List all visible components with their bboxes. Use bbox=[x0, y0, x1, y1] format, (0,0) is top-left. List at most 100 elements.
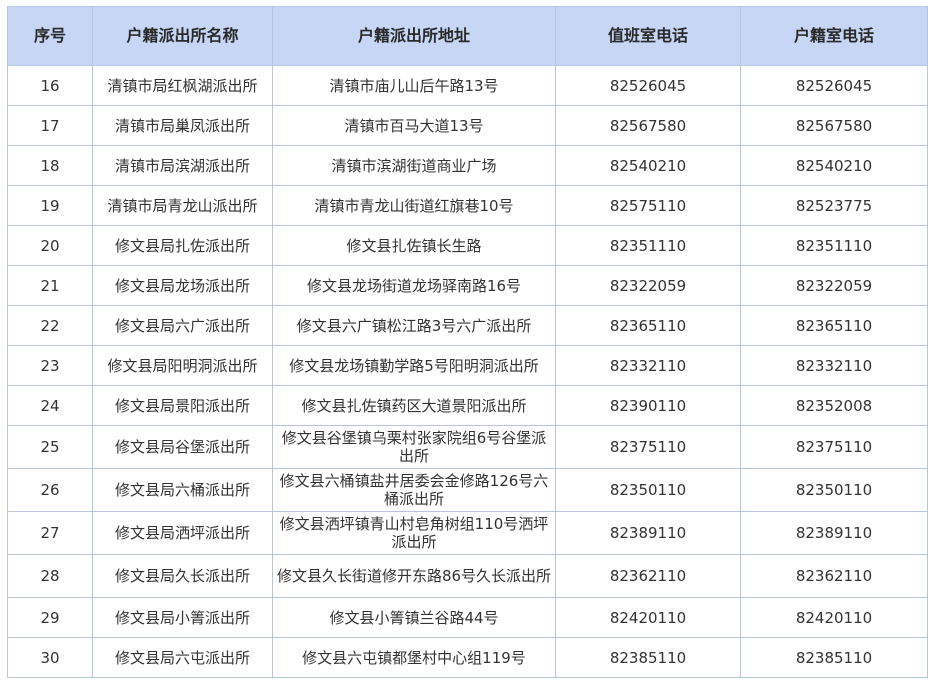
cell-station-name: 清镇市局红枫湖派出所 bbox=[92, 65, 273, 106]
cell-station-address: 修文县六桶镇盐井居委会金修路126号六桶派出所 bbox=[272, 468, 556, 512]
cell-station-name: 修文县局洒坪派出所 bbox=[92, 511, 273, 555]
cell-duty-phone: 82365110 bbox=[555, 305, 741, 346]
cell-duty-phone: 82390110 bbox=[555, 385, 741, 426]
header-registry-phone: 户籍室电话 bbox=[740, 6, 928, 66]
cell-station-address: 清镇市庙儿山后午路13号 bbox=[272, 65, 556, 106]
table-row: 19 清镇市局青龙山派出所 清镇市青龙山街道红旗巷10号 82575110 82… bbox=[7, 185, 928, 226]
cell-station-name: 修文县局景阳派出所 bbox=[92, 385, 273, 426]
table-row: 20 修文县局扎佐派出所 修文县扎佐镇长生路 82351110 82351110 bbox=[7, 225, 928, 266]
cell-index: 18 bbox=[7, 145, 93, 186]
cell-station-address: 修文县谷堡镇乌栗村张家院组6号谷堡派出所 bbox=[272, 425, 556, 469]
cell-index: 24 bbox=[7, 385, 93, 426]
cell-index: 23 bbox=[7, 345, 93, 386]
cell-registry-phone: 82351110 bbox=[740, 225, 928, 266]
header-duty-phone: 值班室电话 bbox=[555, 6, 741, 66]
cell-station-address: 修文县六广镇松江路3号六广派出所 bbox=[272, 305, 556, 346]
table-row: 23 修文县局阳明洞派出所 修文县龙场镇勤学路5号阳明洞派出所 82332110… bbox=[7, 345, 928, 386]
cell-station-address: 修文县久长街道修开东路86号久长派出所 bbox=[272, 554, 556, 598]
cell-duty-phone: 82567580 bbox=[555, 105, 741, 146]
header-station-name: 户籍派出所名称 bbox=[92, 6, 273, 66]
table-row: 27 修文县局洒坪派出所 修文县洒坪镇青山村皂角树组110号洒坪派出所 8238… bbox=[7, 511, 928, 555]
cell-station-name: 修文县局六屯派出所 bbox=[92, 637, 273, 678]
cell-station-name: 修文县局六桶派出所 bbox=[92, 468, 273, 512]
table-body: 16 清镇市局红枫湖派出所 清镇市庙儿山后午路13号 82526045 8252… bbox=[7, 65, 928, 678]
cell-registry-phone: 82389110 bbox=[740, 511, 928, 555]
cell-index: 19 bbox=[7, 185, 93, 226]
cell-registry-phone: 82526045 bbox=[740, 65, 928, 106]
table-row: 21 修文县局龙场派出所 修文县龙场街道龙场驿南路16号 82322059 82… bbox=[7, 265, 928, 306]
cell-index: 21 bbox=[7, 265, 93, 306]
cell-registry-phone: 82567580 bbox=[740, 105, 928, 146]
cell-station-name: 清镇市局滨湖派出所 bbox=[92, 145, 273, 186]
table-row: 17 清镇市局巢凤派出所 清镇市百马大道13号 82567580 8256758… bbox=[7, 105, 928, 146]
cell-station-name: 修文县局久长派出所 bbox=[92, 554, 273, 598]
police-station-table: 序号 户籍派出所名称 户籍派出所地址 值班室电话 户籍室电话 16 清镇市局红枫… bbox=[7, 6, 928, 678]
cell-station-address: 清镇市滨湖街道商业广场 bbox=[272, 145, 556, 186]
cell-registry-phone: 82332110 bbox=[740, 345, 928, 386]
cell-station-name: 修文县局阳明洞派出所 bbox=[92, 345, 273, 386]
cell-station-address: 修文县龙场街道龙场驿南路16号 bbox=[272, 265, 556, 306]
table-row: 26 修文县局六桶派出所 修文县六桶镇盐井居委会金修路126号六桶派出所 823… bbox=[7, 468, 928, 512]
cell-duty-phone: 82420110 bbox=[555, 597, 741, 638]
table-row: 16 清镇市局红枫湖派出所 清镇市庙儿山后午路13号 82526045 8252… bbox=[7, 65, 928, 106]
cell-registry-phone: 82365110 bbox=[740, 305, 928, 346]
cell-station-name: 修文县局扎佐派出所 bbox=[92, 225, 273, 266]
cell-registry-phone: 82352008 bbox=[740, 385, 928, 426]
cell-station-address: 修文县龙场镇勤学路5号阳明洞派出所 bbox=[272, 345, 556, 386]
table-row: 24 修文县局景阳派出所 修文县扎佐镇药区大道景阳派出所 82390110 82… bbox=[7, 385, 928, 426]
cell-index: 28 bbox=[7, 554, 93, 598]
cell-station-name: 清镇市局巢凤派出所 bbox=[92, 105, 273, 146]
cell-station-address: 修文县扎佐镇长生路 bbox=[272, 225, 556, 266]
cell-index: 26 bbox=[7, 468, 93, 512]
cell-station-name: 修文县局谷堡派出所 bbox=[92, 425, 273, 469]
cell-station-address: 清镇市百马大道13号 bbox=[272, 105, 556, 146]
header-row: 序号 户籍派出所名称 户籍派出所地址 值班室电话 户籍室电话 bbox=[7, 6, 928, 66]
table-container: 序号 户籍派出所名称 户籍派出所地址 值班室电话 户籍室电话 16 清镇市局红枫… bbox=[7, 6, 928, 678]
table-header: 序号 户籍派出所名称 户籍派出所地址 值班室电话 户籍室电话 bbox=[7, 6, 928, 66]
header-index: 序号 bbox=[7, 6, 93, 66]
table-row: 18 清镇市局滨湖派出所 清镇市滨湖街道商业广场 82540210 825402… bbox=[7, 145, 928, 186]
cell-duty-phone: 82351110 bbox=[555, 225, 741, 266]
table-row: 30 修文县局六屯派出所 修文县六屯镇都堡村中心组119号 82385110 8… bbox=[7, 637, 928, 678]
cell-station-address: 清镇市青龙山街道红旗巷10号 bbox=[272, 185, 556, 226]
cell-duty-phone: 82362110 bbox=[555, 554, 741, 598]
cell-index: 25 bbox=[7, 425, 93, 469]
cell-registry-phone: 82420110 bbox=[740, 597, 928, 638]
cell-duty-phone: 82375110 bbox=[555, 425, 741, 469]
cell-registry-phone: 82322059 bbox=[740, 265, 928, 306]
cell-duty-phone: 82526045 bbox=[555, 65, 741, 106]
cell-station-address: 修文县扎佐镇药区大道景阳派出所 bbox=[272, 385, 556, 426]
cell-registry-phone: 82523775 bbox=[740, 185, 928, 226]
cell-duty-phone: 82332110 bbox=[555, 345, 741, 386]
cell-station-address: 修文县小箐镇兰谷路44号 bbox=[272, 597, 556, 638]
cell-registry-phone: 82375110 bbox=[740, 425, 928, 469]
cell-station-name: 修文县局龙场派出所 bbox=[92, 265, 273, 306]
cell-duty-phone: 82322059 bbox=[555, 265, 741, 306]
cell-duty-phone: 82385110 bbox=[555, 637, 741, 678]
cell-station-name: 修文县局六广派出所 bbox=[92, 305, 273, 346]
cell-duty-phone: 82540210 bbox=[555, 145, 741, 186]
cell-index: 20 bbox=[7, 225, 93, 266]
cell-index: 27 bbox=[7, 511, 93, 555]
cell-duty-phone: 82350110 bbox=[555, 468, 741, 512]
cell-index: 30 bbox=[7, 637, 93, 678]
table-row: 25 修文县局谷堡派出所 修文县谷堡镇乌栗村张家院组6号谷堡派出所 823751… bbox=[7, 425, 928, 469]
cell-index: 17 bbox=[7, 105, 93, 146]
table-row: 29 修文县局小箐派出所 修文县小箐镇兰谷路44号 82420110 82420… bbox=[7, 597, 928, 638]
cell-station-address: 修文县六屯镇都堡村中心组119号 bbox=[272, 637, 556, 678]
cell-station-name: 清镇市局青龙山派出所 bbox=[92, 185, 273, 226]
cell-index: 16 bbox=[7, 65, 93, 106]
table-row: 22 修文县局六广派出所 修文县六广镇松江路3号六广派出所 82365110 8… bbox=[7, 305, 928, 346]
cell-registry-phone: 82350110 bbox=[740, 468, 928, 512]
cell-duty-phone: 82575110 bbox=[555, 185, 741, 226]
cell-station-address: 修文县洒坪镇青山村皂角树组110号洒坪派出所 bbox=[272, 511, 556, 555]
cell-registry-phone: 82385110 bbox=[740, 637, 928, 678]
header-station-address: 户籍派出所地址 bbox=[272, 6, 556, 66]
table-row: 28 修文县局久长派出所 修文县久长街道修开东路86号久长派出所 8236211… bbox=[7, 554, 928, 598]
cell-index: 29 bbox=[7, 597, 93, 638]
cell-station-name: 修文县局小箐派出所 bbox=[92, 597, 273, 638]
cell-duty-phone: 82389110 bbox=[555, 511, 741, 555]
cell-registry-phone: 82362110 bbox=[740, 554, 928, 598]
cell-index: 22 bbox=[7, 305, 93, 346]
cell-registry-phone: 82540210 bbox=[740, 145, 928, 186]
